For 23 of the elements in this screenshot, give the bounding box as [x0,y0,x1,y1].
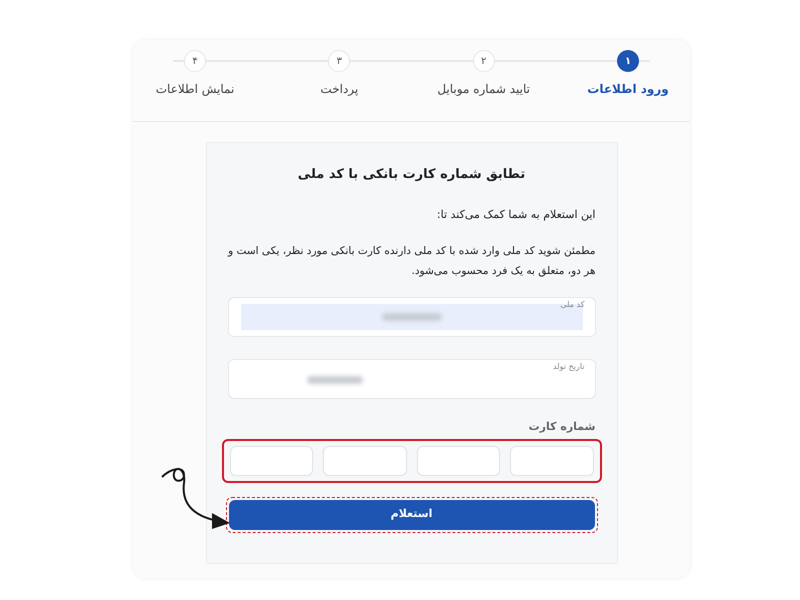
card-number-label: شماره کارت [528,419,596,435]
step-number: ۳ [328,50,350,72]
description-text: مطمئن شوید کد ملی وارد شده با کد ملی دارنده کارت بانکی مورد نظر، یکی است و هر دو، متعلق به یک فرد محسوب می‌شود. [228,244,596,279]
step-label: ورود اطلاعات [587,81,669,98]
step-number: ۱ [617,50,639,72]
step-label: تایید شماره موبایل [437,81,530,98]
submit-button[interactable]: استعلام [228,500,594,530]
card-number-input[interactable] [510,446,594,476]
step-label: نمایش اطلاعات [156,81,234,98]
card-number-input[interactable] [230,446,313,476]
step-number: ۲ [472,50,495,72]
step-label: پرداخت [320,81,358,98]
step-number: ۴ [184,50,206,72]
card-title: تطابق شماره کارت بانکی با کد ملی [296,166,526,184]
input-field[interactable]: تاریخ تولد [228,359,596,399]
card-number-input[interactable] [416,446,500,476]
field-label: کد ملی [560,299,584,311]
field-label: تاریخ تولد [553,361,584,373]
input-field[interactable]: کد ملی [228,297,596,337]
intro-text: این استعلام به شما کمک می‌کند تا: [436,206,596,223]
redacted-value [382,313,442,321]
redacted-value [306,376,362,384]
card-number-input[interactable] [323,446,406,476]
